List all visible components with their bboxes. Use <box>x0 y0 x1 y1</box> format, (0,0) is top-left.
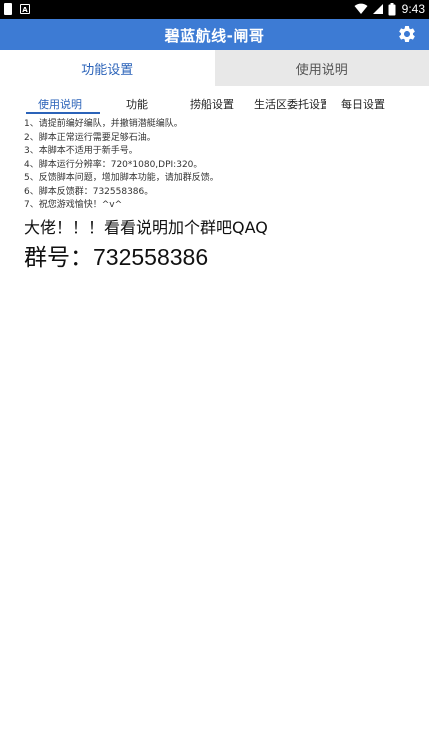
active-tab-indicator <box>26 112 100 114</box>
status-time: 9:43 <box>401 2 425 16</box>
instruction-line: 7、祝您游戏愉快！^v^ <box>24 200 123 210</box>
instruction-line: 6、脚本反馈群：732558386。 <box>24 186 154 197</box>
instructions-panel: 1、请提前编好编队，并撤销潜艇编队。 2、脚本正常运行需要足够石油。 3、本脚本… <box>24 118 424 274</box>
headline-text: 大佬！！！看看说明加个群吧QAQ <box>24 217 268 237</box>
signal-icon <box>372 4 383 14</box>
primary-tab-bar: 功能设置 使用说明 <box>0 50 429 86</box>
instruction-line: 1、请提前编好编队，并撤销潜艇编队。 <box>24 119 183 129</box>
a-icon: A <box>20 4 30 14</box>
instruction-line: 3、本脚本不适用于新手号。 <box>24 146 138 156</box>
group-number: 732558386 <box>93 243 209 270</box>
instruction-line: 4、脚本运行分辨率：720*1080,DPI:320。 <box>24 159 203 170</box>
group-label: 群号： <box>24 244 93 271</box>
document-icon <box>4 3 12 15</box>
battery-icon <box>388 2 396 15</box>
title-bar: 碧蓝航线-闸哥 <box>0 19 429 50</box>
instruction-line: 5、反馈脚本问题，增加脚本功能，请加群反馈。 <box>24 173 219 183</box>
group-number-text: 群号：732558386 <box>24 241 424 274</box>
instruction-line: 2、脚本正常运行需要足够石油。 <box>24 132 156 143</box>
status-bar: A 9:43 <box>0 0 429 19</box>
tab-instructions[interactable]: 使用说明 <box>214 50 429 86</box>
subtab-instructions[interactable]: 使用说明 <box>38 96 82 112</box>
app-title: 碧蓝航线-闸哥 <box>164 27 265 45</box>
subtab-daily-settings[interactable]: 每日设置 <box>341 96 385 112</box>
subtab-function[interactable]: 功能 <box>126 96 148 112</box>
subtab-ship-drop-settings[interactable]: 捞船设置 <box>190 96 234 112</box>
sub-tab-bar: 使用说明 功能 捞船设置 生活区委托设置 每日设置 <box>0 94 429 116</box>
tab-function-settings[interactable]: 功能设置 <box>0 50 215 86</box>
subtab-commission-settings[interactable]: 生活区委托设置 <box>254 96 326 112</box>
wifi-icon <box>354 3 368 14</box>
gear-icon[interactable] <box>397 24 417 44</box>
